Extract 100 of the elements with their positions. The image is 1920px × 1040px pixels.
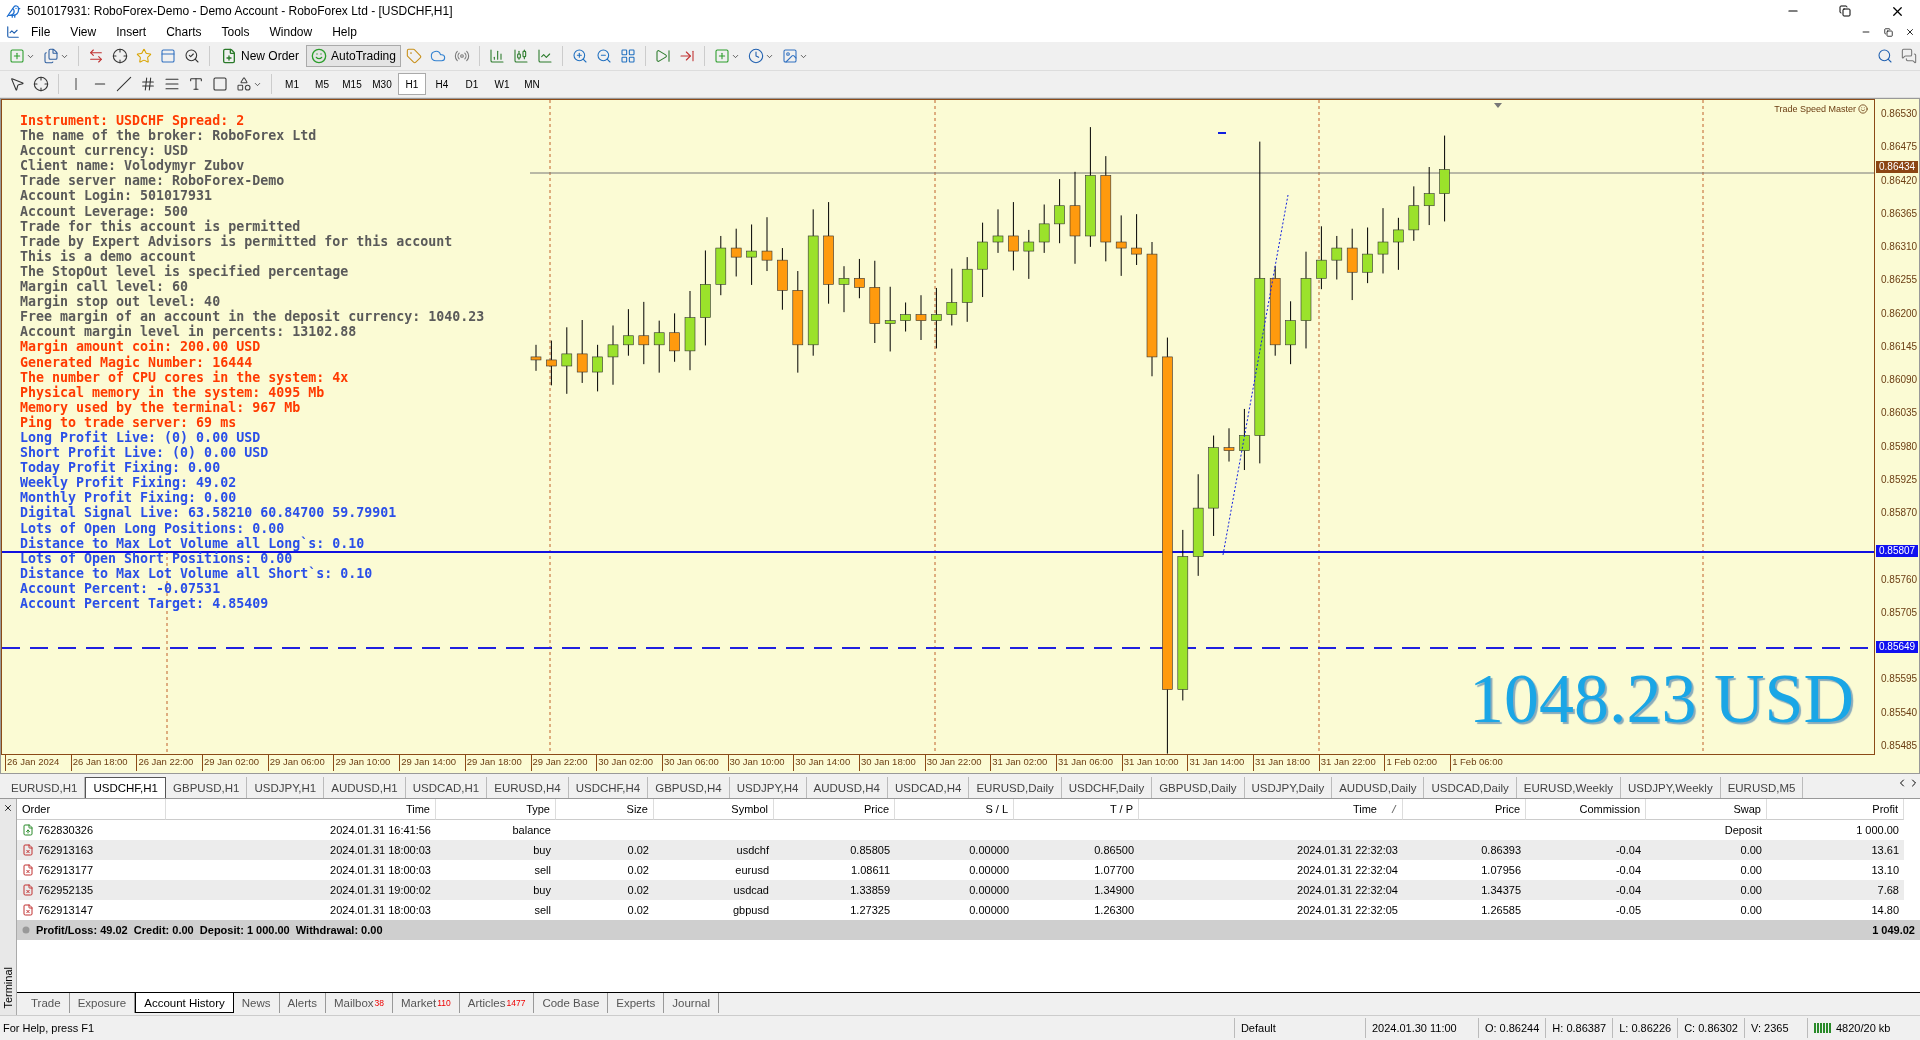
toolbar-button[interactable]: New Order bbox=[216, 45, 304, 67]
price-label: 0.85760 bbox=[1880, 572, 1919, 587]
table-cell: usdchf bbox=[654, 840, 774, 860]
price-label: 0.85595 bbox=[1880, 672, 1919, 687]
info-line: This is a demo account bbox=[20, 248, 198, 264]
time-label: 26 Jan 2024 bbox=[5, 755, 71, 771]
info-line: Account Percent: -0.07531 bbox=[20, 580, 222, 596]
candle bbox=[730, 228, 742, 277]
price-label: 0.86200 bbox=[1880, 306, 1919, 321]
close-price: C: 0.86302 bbox=[1677, 1018, 1744, 1038]
table-cell: 762913163 bbox=[17, 840, 166, 860]
info-line: Physical memory in the system: 4095 Mb bbox=[20, 384, 326, 400]
info-line: Client name: Volodymyr Zubov bbox=[20, 158, 245, 174]
info-line: The StopOut level is specified percentage bbox=[20, 263, 350, 280]
info-line: Trade by Expert Advisors is permitted for this account bbox=[20, 233, 454, 249]
candle bbox=[1331, 235, 1343, 280]
table-cell: 1.34900 bbox=[1014, 880, 1139, 900]
price-label: 0.86310 bbox=[1880, 240, 1919, 254]
restore-icon[interactable] bbox=[1883, 27, 1893, 37]
time-label: 30 Jan 10:00 bbox=[727, 755, 794, 771]
timeframe-button[interactable]: M1 bbox=[278, 73, 306, 95]
info-line: Ping to trade server: 69 ms bbox=[20, 414, 238, 430]
summary-total: 1 049.02 bbox=[1872, 924, 1915, 936]
time-label: 31 Jan 14:00 bbox=[1187, 755, 1254, 771]
menu-item[interactable]: Tools bbox=[212, 25, 259, 39]
timeframe-button[interactable]: M5 bbox=[308, 73, 336, 95]
table-cell: 0.02 bbox=[556, 880, 654, 900]
toolbar-button[interactable]: AutoTrading bbox=[306, 45, 401, 67]
candle bbox=[561, 326, 573, 395]
close-icon[interactable] bbox=[3, 803, 13, 813]
info-line: Account currency: USD bbox=[20, 143, 190, 159]
indicator-label: Trade Speed Master bbox=[1774, 104, 1856, 114]
menu-item[interactable]: Charts bbox=[157, 25, 211, 39]
terminal-tab[interactable]: News bbox=[233, 993, 280, 1013]
time-label: 29 Jan 06:00 bbox=[267, 755, 334, 771]
timeframe-button[interactable]: D1 bbox=[458, 73, 486, 95]
price-label: 0.86475 bbox=[1880, 140, 1919, 155]
terminal-tab[interactable]: Code Base bbox=[534, 993, 609, 1013]
candle bbox=[1408, 185, 1420, 242]
timeframe-button[interactable]: M30 bbox=[368, 73, 396, 95]
candle bbox=[777, 247, 788, 311]
time-label: 31 Jan 18:00 bbox=[1253, 755, 1319, 771]
price-label: 0.86255 bbox=[1880, 273, 1919, 288]
chart-tab[interactable]: USDCHF,H1 bbox=[85, 777, 166, 798]
close-icon[interactable] bbox=[1905, 27, 1915, 37]
chart-shift-icon[interactable] bbox=[1494, 103, 1502, 108]
candle bbox=[1362, 227, 1373, 284]
time-label: 31 Jan 02:00 bbox=[990, 755, 1056, 771]
info-line: The number of CPU cores in the system: 4x bbox=[20, 369, 350, 385]
time-label: 29 Jan 02:00 bbox=[202, 755, 268, 771]
trade-icon bbox=[22, 904, 34, 916]
info-line: The name of the broker: RoboForex Ltd bbox=[20, 128, 318, 144]
info-line: Generated Magic Number: 16444 bbox=[20, 354, 254, 370]
candle bbox=[1239, 408, 1250, 471]
restore-icon[interactable] bbox=[1839, 5, 1851, 17]
menu-item[interactable]: Window bbox=[260, 25, 322, 39]
candle bbox=[931, 287, 942, 349]
smiley-icon bbox=[311, 48, 327, 64]
table-cell: 0.00 bbox=[1646, 840, 1767, 860]
candle bbox=[546, 340, 557, 386]
table-cell: 1.33859 bbox=[774, 880, 895, 900]
price-label: 0.85925 bbox=[1880, 472, 1919, 487]
summary-text: Profit/Loss: 49.02 Credit: 0.00 Deposit: 1 000.00 Withdrawal: 0.00 bbox=[36, 924, 384, 936]
trade-icon bbox=[22, 864, 34, 876]
table-cell: 0.86500 bbox=[1014, 840, 1139, 860]
terminal-tab[interactable]: Trade bbox=[23, 993, 70, 1013]
time-label: 1 Feb 02:00 bbox=[1384, 755, 1451, 771]
terminal-tab[interactable]: Journal bbox=[664, 993, 719, 1013]
timeframe-button[interactable]: H1 bbox=[398, 73, 426, 95]
price-label: 0.85980 bbox=[1880, 439, 1919, 454]
chart-window-icon bbox=[6, 25, 20, 39]
menu-item[interactable]: View bbox=[61, 25, 106, 39]
candle bbox=[1115, 214, 1127, 277]
info-line: Account Percent Target: 4.85409 bbox=[20, 596, 270, 612]
price-tag: 0.85649 bbox=[1876, 641, 1918, 653]
menu-item[interactable]: File bbox=[22, 25, 60, 39]
time-label: 26 Jan 22:00 bbox=[136, 755, 203, 771]
table-cell: 0.86393 bbox=[1403, 840, 1526, 860]
menu-item[interactable]: Insert bbox=[107, 25, 156, 39]
timeframe-button[interactable]: W1 bbox=[488, 73, 516, 95]
summary-icon bbox=[22, 926, 30, 934]
info-line: Today Profit Fixing: 0.00 bbox=[20, 460, 222, 476]
terminal-tab[interactable]: Experts bbox=[608, 993, 665, 1013]
terminal-tab[interactable]: Account History bbox=[135, 993, 234, 1013]
timeframe-button[interactable]: H4 bbox=[428, 73, 456, 95]
candle bbox=[1008, 201, 1019, 271]
info-line: Account Leverage: 500 bbox=[20, 203, 190, 219]
timeframe-button[interactable]: M15 bbox=[338, 73, 366, 95]
terminal-tab[interactable]: Alerts bbox=[279, 993, 326, 1013]
price-label: 0.85485 bbox=[1880, 738, 1919, 753]
info-line: Margin stop out level: 40 bbox=[20, 294, 222, 310]
price-label: 0.86420 bbox=[1880, 173, 1919, 188]
price-label: 0.85870 bbox=[1880, 506, 1919, 520]
info-line: Distance to Max Lot Volume all Short`s: 0.10 bbox=[20, 565, 374, 581]
price-label: 0.86035 bbox=[1880, 406, 1919, 421]
table-cell: -0.04 bbox=[1526, 840, 1646, 860]
high-price: H: 0.86387 bbox=[1545, 1018, 1613, 1038]
menu-item[interactable]: Help bbox=[323, 25, 366, 39]
timeframe-button[interactable]: MN bbox=[518, 73, 546, 95]
traffic-bars-icon bbox=[1814, 1022, 1832, 1034]
